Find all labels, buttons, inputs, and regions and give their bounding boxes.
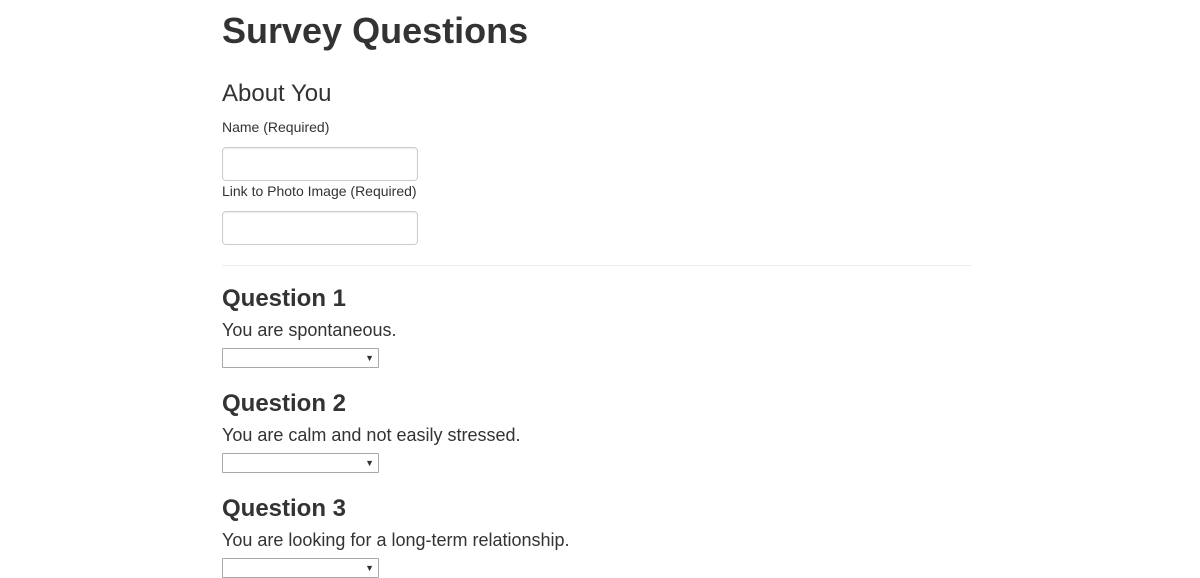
section-divider [222, 265, 972, 266]
question-2-select[interactable]: ▼ [222, 453, 379, 473]
question-3-heading: Question 3 [222, 495, 347, 522]
question-1-text: You are spontaneous. [222, 320, 397, 340]
chevron-down-icon: ▼ [365, 353, 374, 363]
page-title: Survey Questions [222, 10, 529, 51]
question-1-heading: Question 1 [222, 285, 347, 312]
photo-link-input[interactable] [222, 211, 418, 245]
chevron-down-icon: ▼ [365, 458, 374, 468]
section-title-about-you: About You [222, 80, 332, 107]
question-2-heading: Question 2 [222, 390, 347, 417]
name-label: Name (Required) [222, 119, 330, 135]
question-3-select[interactable]: ▼ [222, 558, 379, 578]
question-3-text: You are looking for a long-term relation… [222, 530, 570, 550]
photo-link-label: Link to Photo Image (Required) [222, 183, 417, 199]
question-2-text: You are calm and not easily stressed. [222, 425, 521, 445]
name-input[interactable] [222, 147, 418, 181]
chevron-down-icon: ▼ [365, 563, 374, 573]
question-1-select[interactable]: ▼ [222, 348, 379, 368]
